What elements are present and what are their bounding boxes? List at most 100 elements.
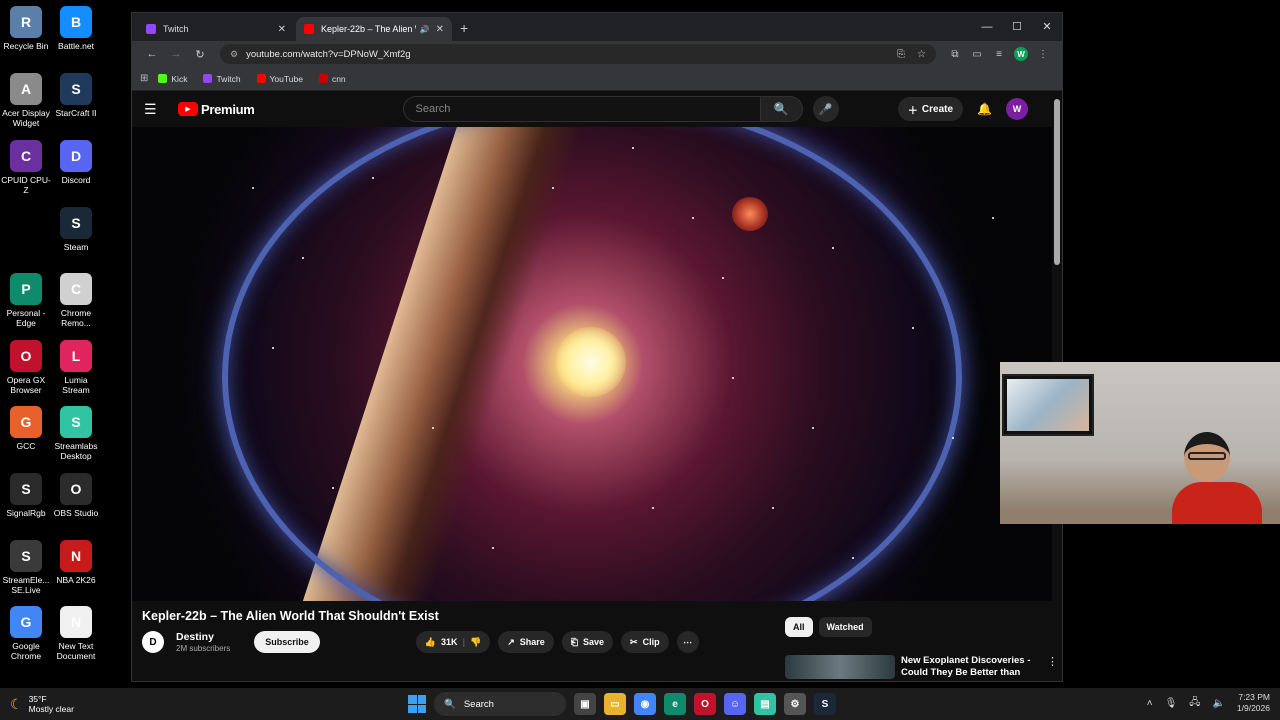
desktop-icon[interactable]: N New Text Document xyxy=(50,606,102,661)
bookmark-youtube[interactable]: YouTube xyxy=(251,74,309,84)
tab-twitch[interactable]: Twitch ✕ xyxy=(138,17,294,41)
youtube-header: ☰ ▶ Premium Search 🔍 🎤 ＋ Create 🔔 W xyxy=(132,91,1062,127)
recommended-title[interactable]: New Exoplanet Discoveries - Could They B… xyxy=(901,655,1041,679)
thumbs-down-icon[interactable]: 👎 xyxy=(470,637,481,648)
url-text[interactable]: youtube.com/watch?v=DPNoW_Xmf2g xyxy=(246,49,410,60)
desktop-icon[interactable]: D Discord xyxy=(50,140,102,185)
speaker-icon[interactable]: 🔊 xyxy=(420,25,430,34)
desktop-icon[interactable]: S Steam xyxy=(50,207,102,252)
desktop-icon[interactable]: P Personal - Edge xyxy=(0,273,52,328)
cast-icon[interactable]: ▭ xyxy=(966,49,988,60)
channel-name[interactable]: Destiny xyxy=(176,631,230,643)
desktop-icon[interactable]: R Recycle Bin xyxy=(0,6,52,51)
create-button[interactable]: ＋ Create xyxy=(897,97,964,121)
star-dot xyxy=(302,257,304,259)
file-explorer-icon[interactable]: ▭ xyxy=(604,693,626,715)
taskbar-chrome-icon[interactable]: ◉ xyxy=(634,693,656,715)
desktop-icon[interactable]: C Chrome Remo... xyxy=(50,273,102,328)
address-bar[interactable]: ⚙ youtube.com/watch?v=DPNoW_Xmf2g ⎘ ☆ xyxy=(220,44,936,64)
chip-watched[interactable]: Watched xyxy=(818,617,872,637)
desktop-icon[interactable]: S StarCraft II xyxy=(50,73,102,118)
tray-mic-icon[interactable]: 🎙 xyxy=(1165,698,1178,709)
save-button[interactable]: ⎗ Save xyxy=(561,631,614,653)
extensions-icon[interactable]: ⧉ xyxy=(944,49,966,60)
profile-icon[interactable]: W xyxy=(1010,47,1032,61)
taskbar-edge-icon[interactable]: e xyxy=(664,693,686,715)
desktop-icon[interactable]: O Opera GX Browser xyxy=(0,340,52,395)
desktop-icon[interactable]: N NBA 2K26 xyxy=(50,540,102,585)
battlenet-icon: B xyxy=(60,6,92,38)
chip-all[interactable]: All xyxy=(785,617,813,637)
tray-network-icon[interactable]: 🖧 xyxy=(1189,695,1200,712)
taskbar-opera-icon[interactable]: O xyxy=(694,693,716,715)
share-button[interactable]: ↗ Share xyxy=(498,631,554,653)
hamburger-menu-icon[interactable]: ☰ xyxy=(144,101,166,118)
recommended-thumbnail[interactable] xyxy=(785,655,895,679)
bookmark-twitch[interactable]: Twitch xyxy=(197,74,246,84)
reload-icon[interactable]: ↻ xyxy=(188,48,212,61)
menu-kebab-icon[interactable]: ⋮ xyxy=(1032,49,1054,60)
close-tab-icon[interactable]: ✕ xyxy=(278,24,286,35)
more-horizontal-icon: ⋯ xyxy=(683,636,693,647)
desktop-icon[interactable]: S Streamlabs Desktop xyxy=(50,406,102,461)
scissors-icon: ✂ xyxy=(630,636,638,647)
clip-button[interactable]: ✂ Clip xyxy=(621,631,669,653)
new-tab-button[interactable]: + xyxy=(460,20,468,36)
search-input[interactable]: Search xyxy=(402,96,761,122)
taskbar-discord-icon[interactable]: ☺ xyxy=(724,693,746,715)
install-app-icon[interactable]: ⎘ xyxy=(897,49,905,60)
clock[interactable]: 7:23 PM 1/9/2026 xyxy=(1237,692,1270,714)
bookmark-kick[interactable]: Kick xyxy=(152,74,193,84)
desktop-icon[interactable]: S StreamEle... SE.Live xyxy=(0,540,52,595)
taskbar-search[interactable]: 🔍 Search xyxy=(434,692,566,716)
bookmark-cnn[interactable]: cnn xyxy=(313,74,352,84)
clock-time: 7:23 PM xyxy=(1238,692,1270,702)
page-scrollbar[interactable] xyxy=(1054,99,1060,265)
desktop-icon-label: Recycle Bin xyxy=(3,41,49,51)
channel-info: Destiny 2M subscribers xyxy=(176,631,230,653)
forward-icon[interactable]: → xyxy=(164,48,188,60)
media-control-icon[interactable]: ≡ xyxy=(988,49,1010,60)
tray-volume-icon[interactable]: 🔈 xyxy=(1212,698,1224,709)
voice-search-button[interactable]: 🎤 xyxy=(812,96,839,122)
recommended-video[interactable]: New Exoplanet Discoveries - Could They B… xyxy=(785,655,1058,679)
youtube-logo[interactable]: ▶ Premium xyxy=(178,102,255,117)
site-info-icon[interactable]: ⚙ xyxy=(230,49,238,60)
more-actions-button[interactable]: ⋯ xyxy=(676,631,699,653)
streamer-glasses xyxy=(1188,452,1226,460)
channel-avatar[interactable]: D xyxy=(142,631,164,653)
bookmark-star-icon[interactable]: ☆ xyxy=(917,49,926,60)
close-tab-icon[interactable]: ✕ xyxy=(436,24,444,35)
desktop-icon[interactable]: A Acer Display Widget xyxy=(0,73,52,128)
minimize-icon[interactable]: — xyxy=(972,13,1002,41)
desktop-icon[interactable]: B Battle.net xyxy=(50,6,102,51)
tab-youtube[interactable]: Kepler-22b – The Alien Wo 🔊 ✕ xyxy=(296,17,452,41)
twitch-favicon-icon xyxy=(146,24,156,34)
nebula xyxy=(732,197,768,231)
close-window-icon[interactable]: ✕ xyxy=(1032,13,1062,41)
back-icon[interactable]: ← xyxy=(140,48,164,60)
like-button[interactable]: 👍 31K | 👎 xyxy=(415,631,491,653)
more-vertical-icon[interactable]: ⋮ xyxy=(1047,655,1058,668)
star-dot xyxy=(652,507,654,509)
tray-chevron-icon[interactable]: ˄ xyxy=(1147,698,1153,709)
task-view-icon[interactable]: ▣ xyxy=(574,693,596,715)
desktop-icon[interactable]: C CPUID CPU-Z xyxy=(0,140,52,195)
desktop-icon[interactable]: G Google Chrome xyxy=(0,606,52,661)
apps-grid-icon[interactable]: ⊞ xyxy=(140,73,148,84)
taskbar-steam-icon[interactable]: S xyxy=(814,693,836,715)
start-windows-icon[interactable] xyxy=(408,695,426,713)
taskbar-settings-icon[interactable]: ⚙ xyxy=(784,693,806,715)
desktop-icon[interactable]: O OBS Studio xyxy=(50,473,102,518)
desktop-icon[interactable]: S SignalRgb xyxy=(0,473,52,518)
search-button[interactable]: 🔍 xyxy=(760,96,803,122)
notifications-bell-icon[interactable]: 🔔 xyxy=(977,102,992,116)
video-player[interactable] xyxy=(132,127,1052,601)
subscribe-button[interactable]: Subscribe xyxy=(254,631,320,653)
desktop-icon[interactable]: G GCC xyxy=(0,406,52,451)
maximize-icon[interactable]: ☐ xyxy=(1002,13,1032,41)
desktop-icon[interactable]: L Lumia Stream xyxy=(50,340,102,395)
weather-widget[interactable]: ☾ 35°F Mostly clear xyxy=(10,694,74,714)
account-avatar[interactable]: W xyxy=(1006,98,1028,120)
taskbar-streamlabs-icon[interactable]: ▤ xyxy=(754,693,776,715)
